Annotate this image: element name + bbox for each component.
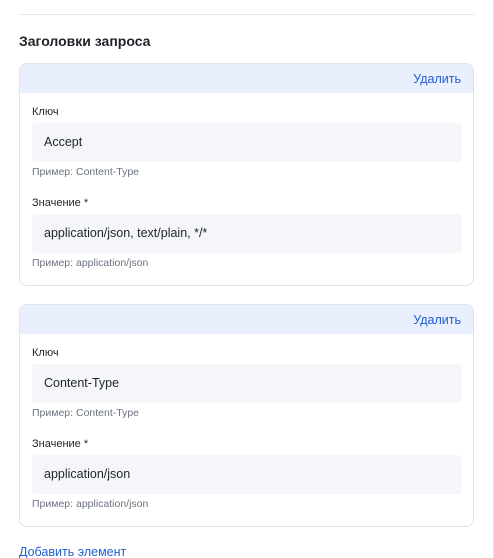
add-element-link[interactable]: Добавить элемент xyxy=(19,545,126,558)
value-hint: Пример: application/json xyxy=(32,498,149,510)
key-label: Ключ xyxy=(32,106,59,118)
card-header-bar: Удалить xyxy=(20,64,473,93)
delete-button[interactable]: Удалить xyxy=(413,313,461,327)
key-input[interactable]: Accept xyxy=(32,123,462,162)
key-hint: Пример: Content-Type xyxy=(32,166,140,178)
value-input[interactable]: application/json, text/plain, */* xyxy=(32,214,462,253)
card-body: Ключ Accept Пример: Content-Type Значени… xyxy=(20,105,473,270)
request-headers-panel: Заголовки запроса Удалить Ключ Accept Пр… xyxy=(0,0,494,558)
card-header-bar: Удалить xyxy=(20,305,473,334)
key-label: Ключ xyxy=(32,347,59,359)
card-body: Ключ Content-Type Пример: Content-Type З… xyxy=(20,346,473,511)
header-card: Удалить Ключ Content-Type Пример: Conten… xyxy=(19,304,474,527)
delete-button[interactable]: Удалить xyxy=(413,72,461,86)
value-input[interactable]: application/json xyxy=(32,455,462,494)
key-hint: Пример: Content-Type xyxy=(32,407,140,419)
value-label: Значение * xyxy=(32,438,89,450)
value-label: Значение * xyxy=(32,197,89,209)
section-title: Заголовки запроса xyxy=(19,33,151,49)
header-card: Удалить Ключ Accept Пример: Content-Type… xyxy=(19,63,474,286)
top-divider xyxy=(19,14,475,15)
value-hint: Пример: application/json xyxy=(32,257,149,269)
key-input[interactable]: Content-Type xyxy=(32,364,462,403)
